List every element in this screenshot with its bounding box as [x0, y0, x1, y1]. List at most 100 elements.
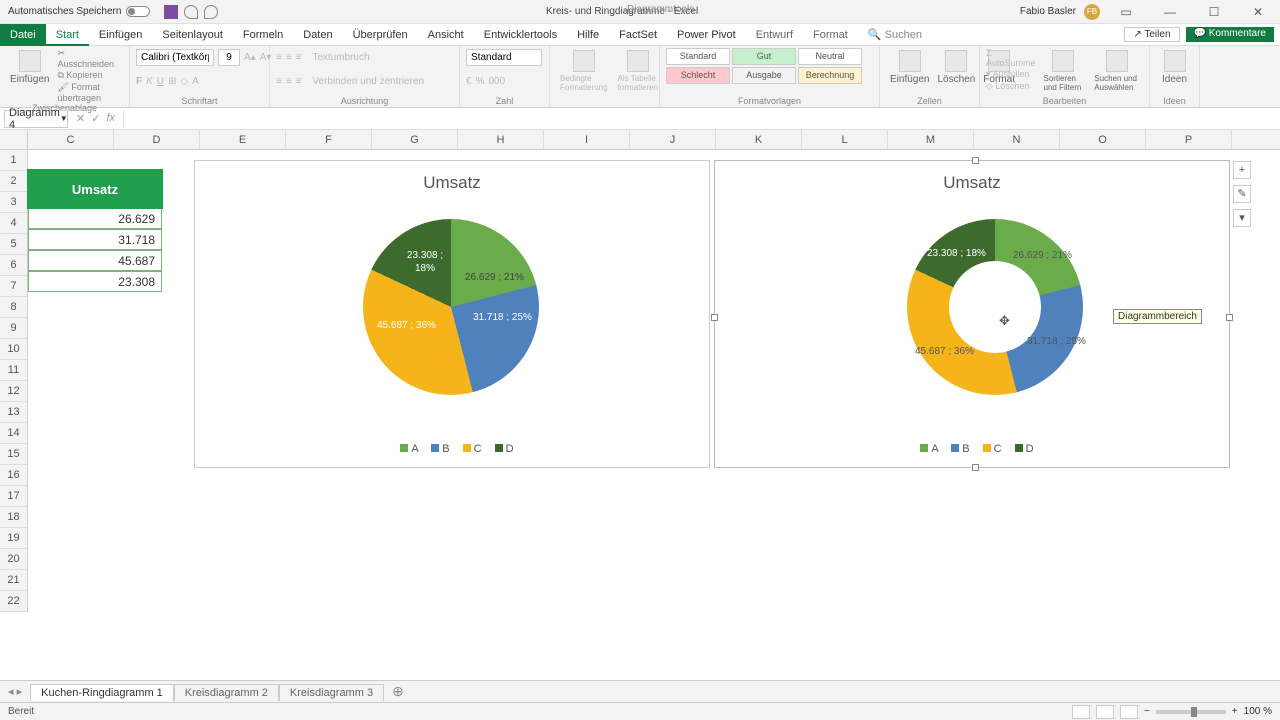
sheet-tab-2[interactable]: Kreisdiagramm 2: [174, 684, 279, 701]
close-icon[interactable]: ✕: [1240, 2, 1276, 22]
row-header[interactable]: 20: [0, 549, 27, 570]
row-header[interactable]: 3: [0, 192, 27, 213]
align-top-icon[interactable]: ≡: [276, 52, 282, 63]
tab-powerpivot[interactable]: Power Pivot: [667, 24, 746, 46]
col-header[interactable]: D: [114, 130, 200, 149]
autosave-toggle[interactable]: [126, 6, 150, 17]
resize-handle-n[interactable]: [972, 157, 979, 164]
add-sheet-button[interactable]: ⊕: [384, 683, 412, 700]
paste-button[interactable]: Einfügen: [6, 48, 53, 103]
resize-handle-w[interactable]: [711, 314, 718, 321]
fx-confirm-icon[interactable]: ✓: [91, 112, 100, 125]
chart-title[interactable]: Umsatz: [195, 161, 709, 193]
conditional-format-button[interactable]: Bedingte Formatierung: [556, 48, 612, 94]
select-all-corner[interactable]: [0, 130, 28, 150]
autosave[interactable]: Automatisches Speichern: [0, 6, 158, 17]
find-select-button[interactable]: Suchen und Auswählen: [1090, 48, 1143, 94]
worksheet-grid[interactable]: CDEFGHIJKLMNOP 1234567891011121314151617…: [0, 130, 1280, 678]
row-header[interactable]: 22: [0, 591, 27, 612]
tab-help[interactable]: Hilfe: [567, 24, 609, 46]
chart-elements-button[interactable]: +: [1233, 161, 1251, 179]
row-header[interactable]: 21: [0, 570, 27, 591]
sort-filter-button[interactable]: Sortieren und Filtern: [1040, 48, 1087, 94]
increase-font-icon[interactable]: A▴: [244, 52, 256, 63]
row-header[interactable]: 10: [0, 339, 27, 360]
row-header[interactable]: 17: [0, 486, 27, 507]
cut-button[interactable]: ✂ Ausschneiden: [57, 48, 123, 69]
chart-title[interactable]: Umsatz: [715, 161, 1229, 193]
ribbon-options-icon[interactable]: ▭: [1108, 2, 1144, 22]
cell-c4[interactable]: 31.718: [28, 229, 162, 250]
row-header[interactable]: 18: [0, 507, 27, 528]
col-header[interactable]: C: [28, 130, 114, 149]
tab-design[interactable]: Entwurf: [746, 24, 803, 46]
col-header[interactable]: I: [544, 130, 630, 149]
row-header[interactable]: 15: [0, 444, 27, 465]
fx-cancel-icon[interactable]: ✕: [76, 112, 85, 125]
chart-legend[interactable]: A B C D: [715, 443, 1229, 455]
cell-c5[interactable]: 45.687: [28, 250, 162, 271]
tab-pagelayout[interactable]: Seitenlayout: [152, 24, 233, 46]
sheet-tab-1[interactable]: Kuchen-Ringdiagramm 1: [30, 684, 174, 701]
format-as-table-button[interactable]: Als Tabelle formatieren: [614, 48, 662, 94]
tab-review[interactable]: Überprüfen: [343, 24, 418, 46]
col-header[interactable]: N: [974, 130, 1060, 149]
tab-formulas[interactable]: Formeln: [233, 24, 293, 46]
font-name-box[interactable]: [136, 49, 214, 66]
save-icon[interactable]: [164, 5, 178, 19]
row-header[interactable]: 6: [0, 255, 27, 276]
view-normal-icon[interactable]: [1072, 705, 1090, 719]
bold-icon[interactable]: F: [136, 76, 142, 87]
align-mid-icon[interactable]: ≡: [286, 52, 292, 63]
currency-icon[interactable]: €: [466, 76, 472, 87]
tab-factset[interactable]: FactSet: [609, 24, 667, 46]
resize-handle-s[interactable]: [972, 464, 979, 471]
minimize-icon[interactable]: —: [1152, 2, 1188, 22]
style-standard[interactable]: Standard: [666, 48, 730, 65]
row-header[interactable]: 5: [0, 234, 27, 255]
style-schlecht[interactable]: Schlecht: [666, 67, 730, 84]
underline-icon[interactable]: U: [157, 76, 164, 87]
tab-insert[interactable]: Einfügen: [89, 24, 152, 46]
format-painter-button[interactable]: 🖌 Format übertragen: [57, 82, 123, 103]
row-header[interactable]: 1: [0, 150, 27, 171]
row-header[interactable]: 14: [0, 423, 27, 444]
user-badge[interactable]: FB: [1084, 4, 1100, 20]
row-header[interactable]: 13: [0, 402, 27, 423]
style-berechnung[interactable]: Berechnung: [798, 67, 862, 84]
sheet-tab-3[interactable]: Kreisdiagramm 3: [279, 684, 384, 701]
cell-c3[interactable]: 26.629: [28, 208, 162, 229]
tab-developer[interactable]: Entwicklertools: [474, 24, 567, 46]
maximize-icon[interactable]: ☐: [1196, 2, 1232, 22]
copy-button[interactable]: ⧉ Kopieren: [57, 70, 123, 81]
zoom-in-icon[interactable]: +: [1232, 706, 1238, 717]
fx-icon[interactable]: fx: [106, 112, 115, 125]
chart-doughnut[interactable]: + ✎ ▾ Umsatz 26.629 ; 21% 31.718 ; 25% 4…: [714, 160, 1230, 468]
col-header[interactable]: P: [1146, 130, 1232, 149]
style-neutral[interactable]: Neutral: [798, 48, 862, 65]
view-pagelayout-icon[interactable]: [1096, 705, 1114, 719]
col-header[interactable]: K: [716, 130, 802, 149]
ideas-button[interactable]: Ideen: [1156, 48, 1193, 87]
chart-filter-button[interactable]: ▾: [1233, 209, 1251, 227]
font-color-icon[interactable]: A: [192, 76, 199, 87]
row-header[interactable]: 2: [0, 171, 27, 192]
row-header[interactable]: 9: [0, 318, 27, 339]
col-header[interactable]: E: [200, 130, 286, 149]
align-center-icon[interactable]: ≡: [286, 76, 292, 87]
redo-icon[interactable]: [204, 5, 218, 19]
chart-styles-button[interactable]: ✎: [1233, 185, 1251, 203]
wrap-text-button[interactable]: Textumbruch: [312, 52, 369, 63]
fill-button[interactable]: ▾ Ausfüllen: [986, 69, 1036, 80]
tab-format[interactable]: Format: [803, 24, 858, 46]
formula-input[interactable]: [123, 110, 1280, 128]
number-format-box[interactable]: [466, 49, 542, 66]
chart-pie[interactable]: Umsatz 26.629 ; 21% 31.718 ; 25% 45.687 …: [194, 160, 710, 468]
pie-plot[interactable]: [363, 219, 539, 395]
font-size-box[interactable]: [218, 49, 240, 66]
style-ausgabe[interactable]: Ausgabe: [732, 67, 796, 84]
cells-insert-button[interactable]: Einfügen: [886, 48, 933, 87]
zoom-out-icon[interactable]: −: [1144, 706, 1150, 717]
view-pagebreak-icon[interactable]: [1120, 705, 1138, 719]
sheet-nav[interactable]: ◂ ▸: [0, 685, 30, 698]
